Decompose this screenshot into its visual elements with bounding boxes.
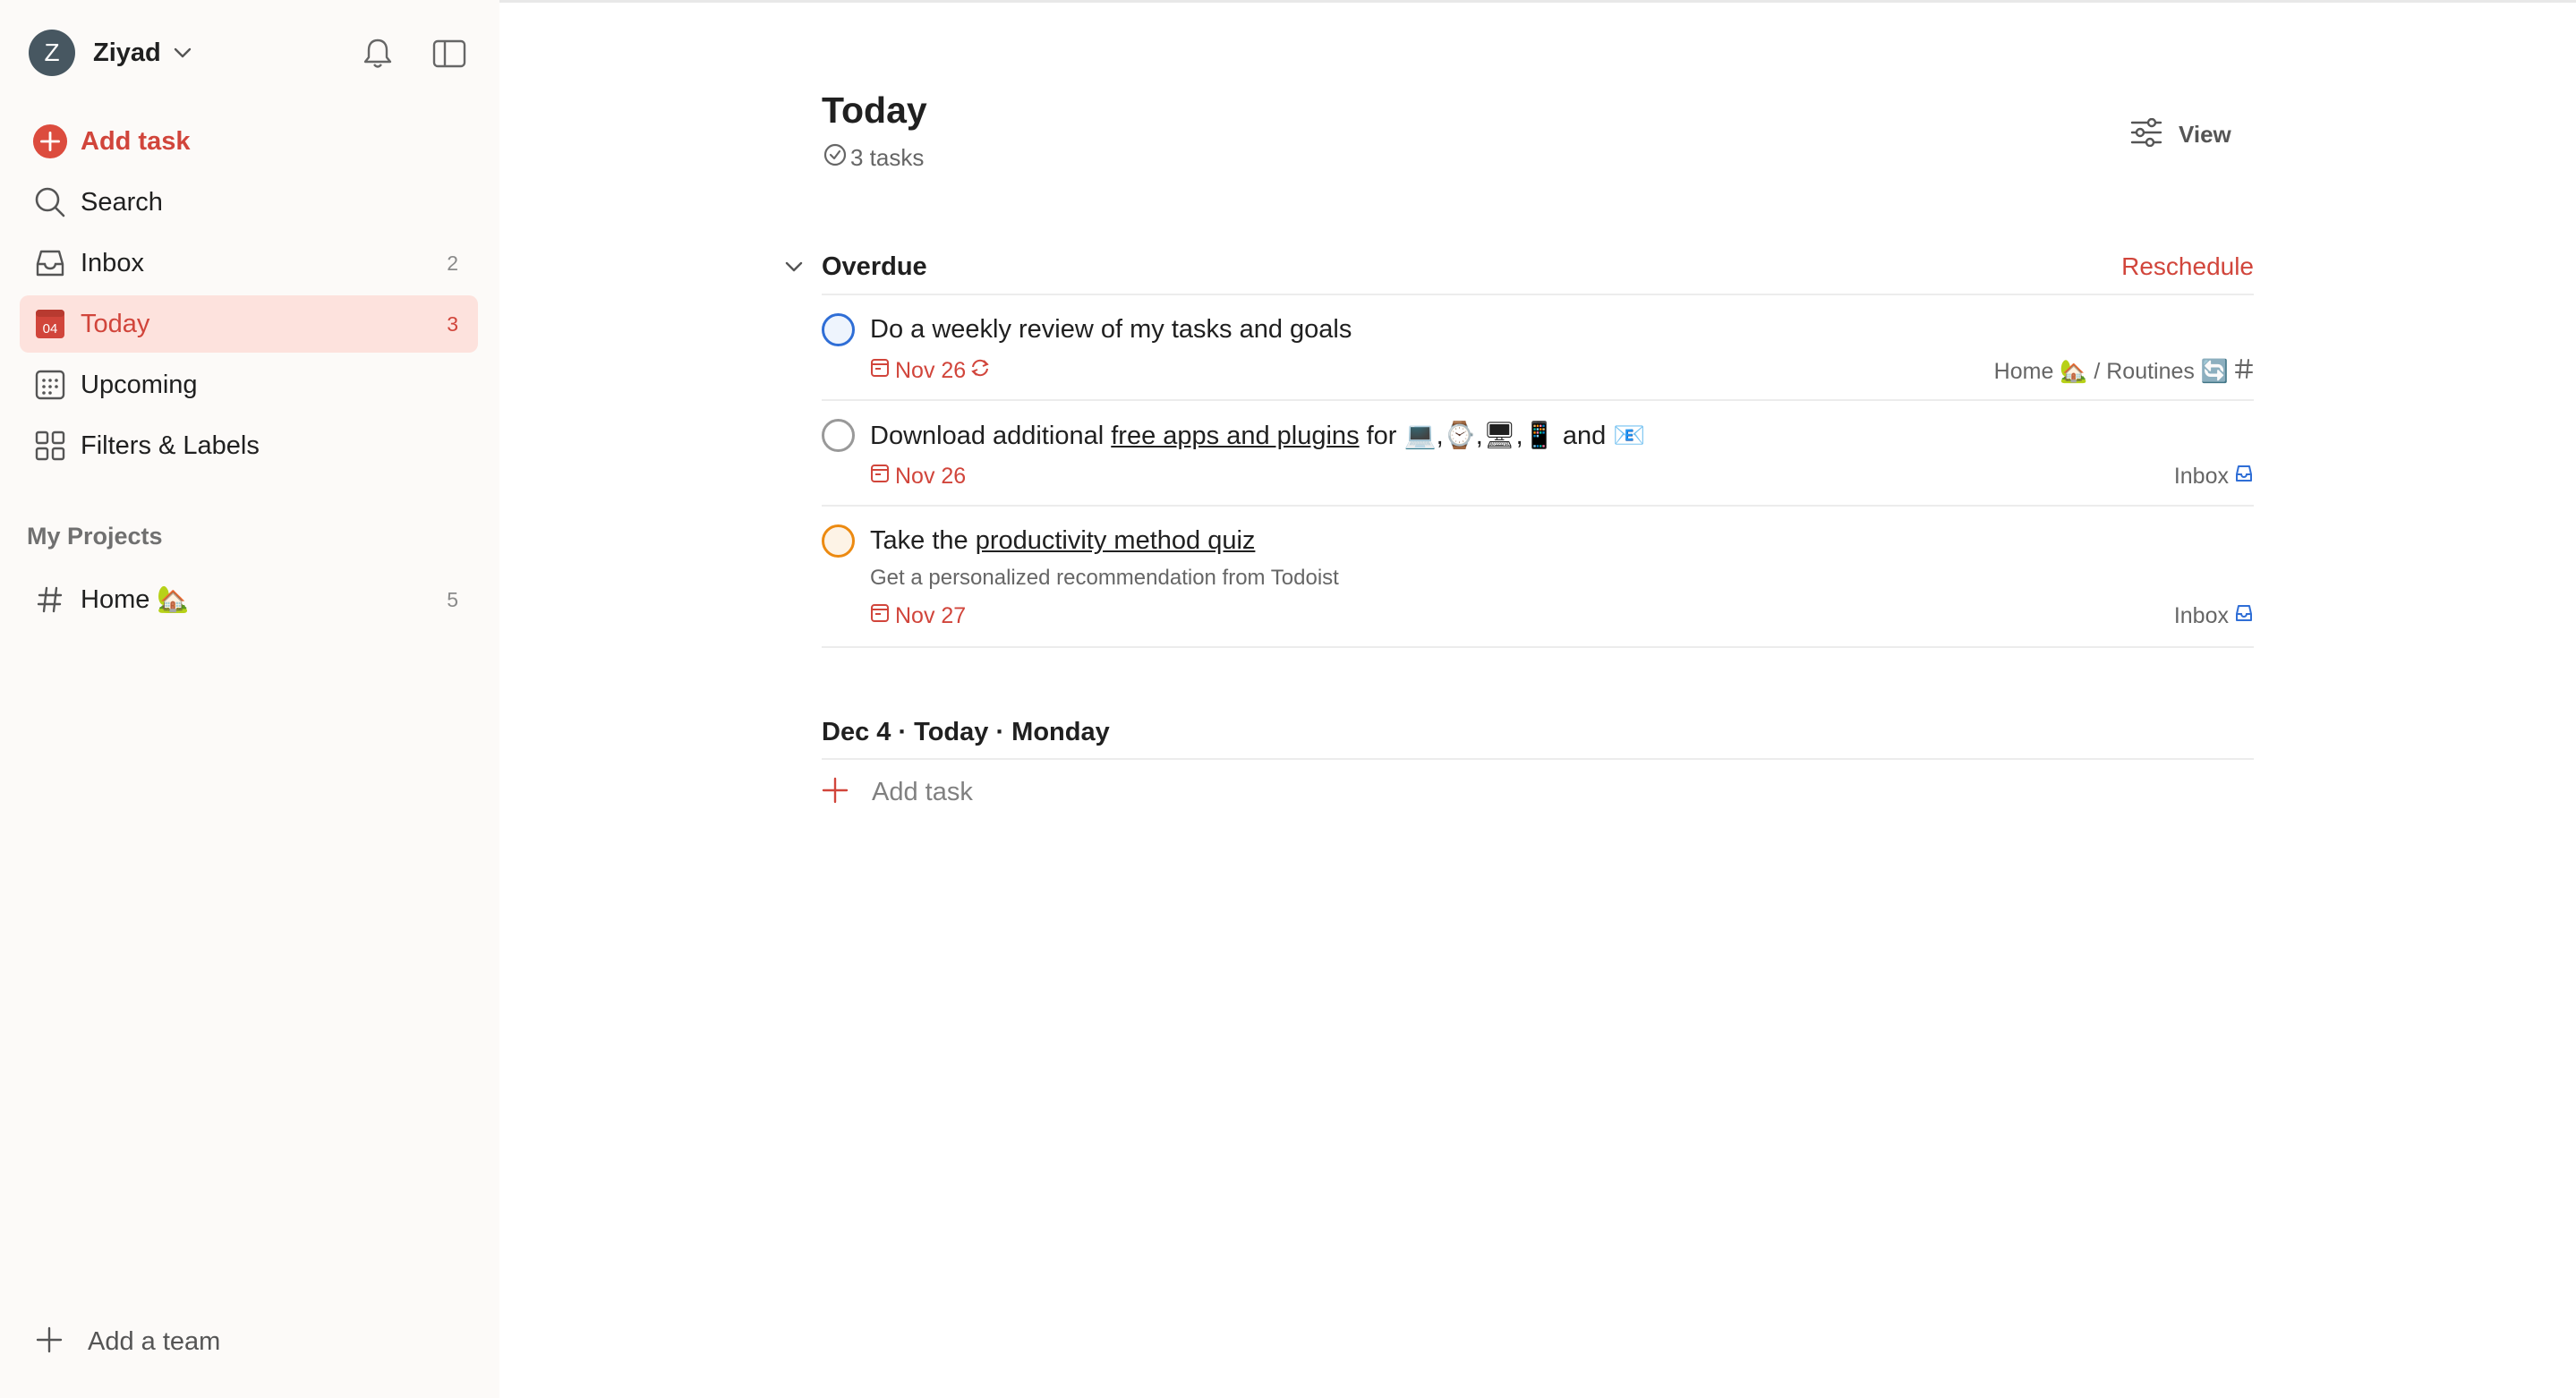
divider bbox=[822, 505, 2254, 507]
recurring-icon bbox=[969, 358, 991, 384]
calendar-icon bbox=[870, 603, 890, 629]
sidebar-item-inbox[interactable]: Inbox 2 bbox=[20, 234, 478, 292]
task-title-text: Download additional bbox=[870, 422, 1112, 450]
chevron-down-icon[interactable] bbox=[779, 251, 809, 282]
task-title[interactable]: Do a weekly review of my tasks and goals bbox=[870, 315, 1352, 345]
inbox-icon bbox=[2234, 464, 2254, 490]
account-name: Ziyad bbox=[93, 38, 161, 67]
bell-icon[interactable] bbox=[360, 36, 396, 72]
check-circle-icon bbox=[823, 143, 847, 173]
task-project[interactable]: Home 🏡 / Routines 🔄 bbox=[1994, 358, 2254, 386]
hash-icon bbox=[2234, 358, 2254, 386]
task-project[interactable]: Inbox bbox=[2174, 464, 2254, 490]
divider bbox=[822, 646, 2254, 648]
project-count: 5 bbox=[447, 587, 458, 611]
calendar-grid-icon bbox=[32, 367, 68, 403]
sidebar-item-search[interactable]: Search bbox=[20, 174, 478, 231]
task-count: 3 tasks bbox=[823, 143, 924, 173]
calendar-today-icon: 04 bbox=[32, 306, 68, 342]
divider bbox=[822, 758, 2254, 760]
project-label: Home 🏡 bbox=[81, 585, 190, 614]
project-path: Inbox bbox=[2173, 603, 2229, 628]
account-switcher[interactable]: Z Ziyad bbox=[29, 30, 192, 76]
overdue-section-header: Overdue Reschedule bbox=[779, 249, 2254, 285]
today-section-header: Dec 4 · Today · Monday bbox=[822, 714, 2254, 750]
sidebar-item-label: Inbox bbox=[81, 248, 144, 277]
reschedule-button[interactable]: Reschedule bbox=[2121, 252, 2254, 281]
plus-circle-icon bbox=[32, 124, 68, 159]
due-date-label: Nov 27 bbox=[895, 603, 967, 628]
my-projects-title[interactable]: My Projects bbox=[27, 523, 163, 550]
calendar-icon bbox=[870, 464, 890, 490]
sidebar-item-today[interactable]: 04 Today 3 bbox=[20, 295, 478, 353]
sidebar-project-home[interactable]: Home 🏡 5 bbox=[20, 571, 478, 628]
overdue-title: Overdue bbox=[822, 251, 927, 281]
add-task-button[interactable]: Add task bbox=[20, 113, 478, 170]
due-date[interactable]: Nov 27 bbox=[870, 603, 966, 629]
sidebar-item-label: Search bbox=[81, 187, 163, 217]
sidebar-item-label: Filters & Labels bbox=[81, 430, 260, 460]
task-title-text: Take the bbox=[870, 526, 976, 555]
project-path: Inbox bbox=[2173, 464, 2229, 489]
due-date[interactable]: Nov 26 bbox=[870, 358, 991, 384]
sidebar-item-label: Upcoming bbox=[81, 370, 198, 399]
sidebar-item-filters-labels[interactable]: Filters & Labels bbox=[20, 417, 478, 474]
filters-grid-icon bbox=[32, 428, 68, 464]
task-title-link[interactable]: free apps and plugins bbox=[1111, 422, 1359, 450]
view-label: View bbox=[2179, 120, 2231, 148]
view-button[interactable]: View bbox=[2125, 115, 2237, 154]
calendar-icon bbox=[870, 358, 890, 384]
task-item[interactable]: Take the productivity method quiz Get a … bbox=[822, 524, 2254, 646]
task-title-text: for 💻,⌚,🖥,📱 and 📧 bbox=[1359, 422, 1646, 450]
inbox-count: 2 bbox=[447, 251, 458, 275]
due-date-label: Nov 26 bbox=[895, 464, 967, 489]
plus-icon bbox=[822, 777, 849, 808]
svg-text:04: 04 bbox=[43, 321, 58, 337]
task-item[interactable]: Do a weekly review of my tasks and goals… bbox=[822, 313, 2254, 399]
sidebar: Z Ziyad Add task Search Inbox 2 04 Today… bbox=[0, 0, 499, 1398]
task-checkbox[interactable] bbox=[822, 524, 855, 558]
add-task-inline-label: Add task bbox=[872, 778, 973, 806]
due-date-label: Nov 26 bbox=[895, 358, 967, 383]
task-title-link[interactable]: productivity method quiz bbox=[976, 526, 1256, 555]
hash-icon bbox=[32, 582, 68, 618]
page-title: Today bbox=[822, 90, 927, 131]
avatar: Z bbox=[29, 30, 75, 76]
plus-icon bbox=[36, 1326, 63, 1358]
task-title[interactable]: Take the productivity method quiz bbox=[870, 526, 1255, 556]
search-icon bbox=[32, 184, 68, 220]
task-checkbox[interactable] bbox=[822, 419, 855, 452]
sidebar-item-upcoming[interactable]: Upcoming bbox=[20, 356, 478, 413]
task-count-label: 3 tasks bbox=[850, 144, 925, 171]
sliders-icon bbox=[2130, 117, 2162, 151]
inbox-icon bbox=[2234, 603, 2254, 629]
inbox-icon bbox=[32, 245, 68, 281]
task-checkbox[interactable] bbox=[822, 313, 855, 346]
today-count: 3 bbox=[447, 311, 458, 336]
todoist-app: Z Ziyad Add task Search Inbox 2 04 Today… bbox=[0, 0, 2576, 1398]
add-task-inline-button[interactable]: Add task bbox=[822, 777, 973, 808]
today-section-title: Dec 4 · Today · Monday bbox=[822, 717, 1110, 746]
project-path: Home 🏡 / Routines 🔄 bbox=[1993, 359, 2229, 384]
task-description: Get a personalized recommendation from T… bbox=[870, 566, 1339, 590]
task-title[interactable]: Download additional free apps and plugin… bbox=[870, 421, 1645, 451]
task-item[interactable]: Download additional free apps and plugin… bbox=[822, 419, 2254, 505]
chevron-down-icon bbox=[174, 47, 192, 58]
due-date[interactable]: Nov 26 bbox=[870, 464, 966, 490]
sidebar-toggle-icon[interactable] bbox=[431, 36, 467, 72]
add-task-label: Add task bbox=[81, 126, 191, 156]
add-team-label: Add a team bbox=[88, 1327, 221, 1356]
divider bbox=[822, 399, 2254, 401]
sidebar-item-label: Today bbox=[81, 309, 150, 338]
task-project[interactable]: Inbox bbox=[2174, 603, 2254, 629]
top-border bbox=[499, 0, 2576, 3]
add-team-button[interactable]: Add a team bbox=[36, 1326, 220, 1358]
divider bbox=[822, 294, 2254, 295]
